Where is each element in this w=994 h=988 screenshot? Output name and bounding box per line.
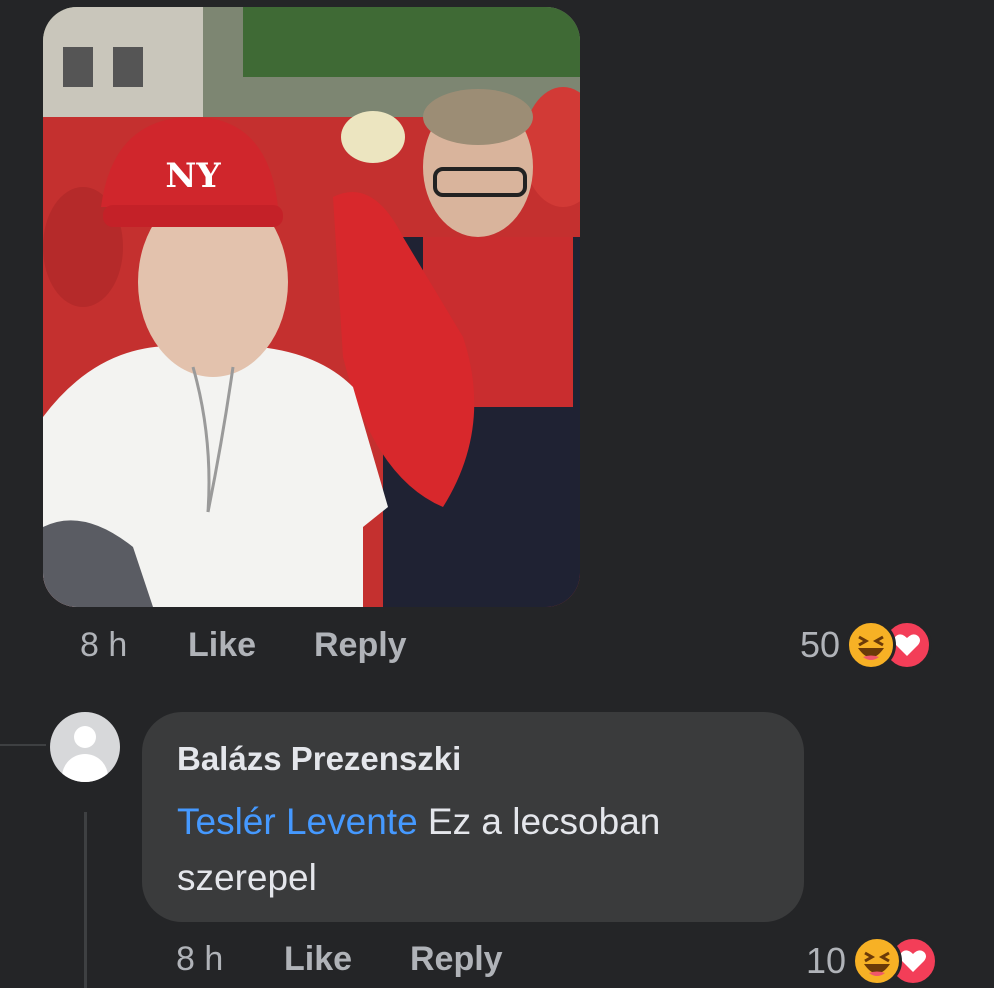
comment-author[interactable]: Balázs Prezenszki xyxy=(177,740,461,778)
post-reaction-count: 50 xyxy=(800,624,841,665)
comment-photo[interactable]: NY xyxy=(43,7,580,607)
post-time[interactable]: 8 h xyxy=(80,626,127,665)
post-meta-row: 8 h Like Reply xyxy=(80,626,440,670)
reply-meta-row: 8 h Like Reply xyxy=(176,940,536,984)
thread-line-horizontal xyxy=(0,744,46,746)
reply-time[interactable]: 8 h xyxy=(176,940,223,979)
reply-like-button[interactable]: Like xyxy=(284,940,352,979)
post-like-button[interactable]: Like xyxy=(188,626,256,665)
avatar-body-icon xyxy=(62,754,108,782)
comment-mention[interactable]: Teslér Levente xyxy=(177,801,418,842)
reply-reaction-count: 10 xyxy=(806,940,847,981)
haha-icon xyxy=(852,936,903,986)
comment-bubble: Balázs Prezenszki Teslér Levente Ez a le… xyxy=(142,712,804,922)
post-reactions[interactable]: 50 xyxy=(800,620,933,670)
svg-text:NY: NY xyxy=(165,156,221,196)
haha-icon xyxy=(846,620,897,670)
post-reply-button[interactable]: Reply xyxy=(314,626,407,665)
avatar-head-icon xyxy=(74,726,96,748)
thread-line-vertical xyxy=(84,812,87,988)
comment-text: Teslér Levente Ez a lecsoban szerepel xyxy=(177,794,787,906)
reply-reply-button[interactable]: Reply xyxy=(410,940,503,979)
reply-reactions[interactable]: 10 xyxy=(806,936,939,986)
avatar[interactable] xyxy=(50,712,120,782)
